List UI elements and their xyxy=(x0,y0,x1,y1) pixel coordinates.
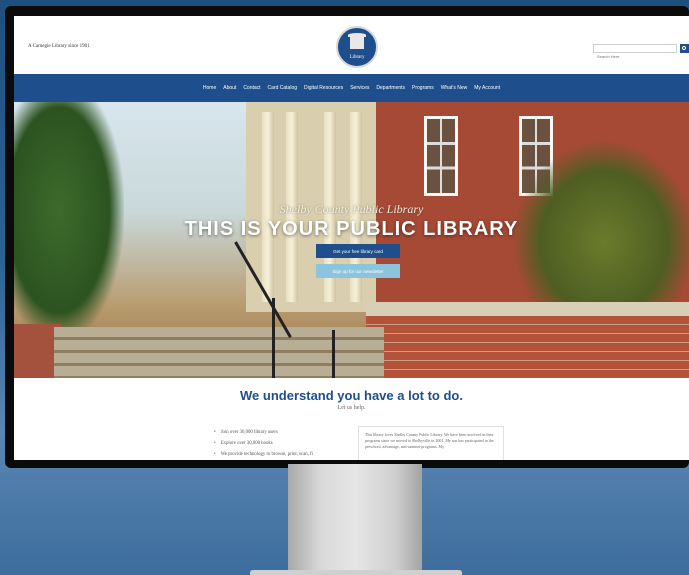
nav-item-card-catalog[interactable]: Card Catalog xyxy=(268,85,297,91)
nav-item-digital-resources[interactable]: Digital Resources xyxy=(304,85,343,91)
intro-section: We understand you have a lot to do. Let … xyxy=(14,378,689,460)
nav-item-about[interactable]: About xyxy=(223,85,236,91)
library-card-button[interactable]: Get your free library card xyxy=(316,244,400,258)
monitor-stand xyxy=(288,464,422,575)
hero-script-text: Shelby County Public Library xyxy=(279,202,424,216)
hero-banner: Shelby County Public Library THIS IS YOU… xyxy=(14,102,689,378)
hero-wall-cap xyxy=(366,302,689,316)
search-input[interactable] xyxy=(594,53,664,60)
site-tagline: A Carnegie Library since 1901 xyxy=(28,44,90,49)
list-item: Explore over 30,000 books xyxy=(214,441,354,446)
monitor-bezel: A Carnegie Library since 1901 Library Ho… xyxy=(5,6,689,468)
hero-window xyxy=(424,116,458,196)
main-navigation: Home About Contact Card Catalog Digital … xyxy=(14,74,689,102)
logo-text: Library xyxy=(349,55,365,60)
browser-screen: A Carnegie Library since 1901 Library Ho… xyxy=(14,16,689,460)
nav-item-services[interactable]: Services xyxy=(350,85,369,91)
monitor-stand-base xyxy=(250,570,462,575)
nav-item-whats-new[interactable]: What's New xyxy=(441,85,468,91)
list-item: Join over 30,000 library users xyxy=(214,430,354,435)
search-button[interactable] xyxy=(680,44,689,53)
search-icon xyxy=(682,46,686,50)
hero-railing xyxy=(332,330,335,378)
intro-subheading: Let us help. xyxy=(337,405,366,411)
nav-item-departments[interactable]: Departments xyxy=(376,85,405,91)
newsletter-button[interactable]: Sign up for our newsletter xyxy=(316,264,400,278)
list-item: We provide technology to browse, print, … xyxy=(214,452,354,457)
search-box xyxy=(593,44,677,60)
nav-item-programs[interactable]: Programs xyxy=(412,85,434,91)
hero-brick-wall xyxy=(366,316,689,378)
site-header: A Carnegie Library since 1901 Library xyxy=(14,16,689,74)
hero-railing xyxy=(272,298,275,378)
library-logo[interactable]: Library xyxy=(336,26,378,68)
nav-item-my-account[interactable]: My Account xyxy=(474,85,500,91)
testimonial-card: This library loves Shelby County Public … xyxy=(358,426,504,460)
library-building-icon xyxy=(348,33,366,49)
feature-list: Join over 30,000 library users Explore o… xyxy=(214,430,354,460)
hero-title: THIS IS YOUR PUBLIC LIBRARY xyxy=(184,218,519,240)
nav-item-home[interactable]: Home xyxy=(203,85,216,91)
nav-item-contact[interactable]: Contact xyxy=(243,85,260,91)
intro-heading: We understand you have a lot to do. xyxy=(240,388,463,403)
